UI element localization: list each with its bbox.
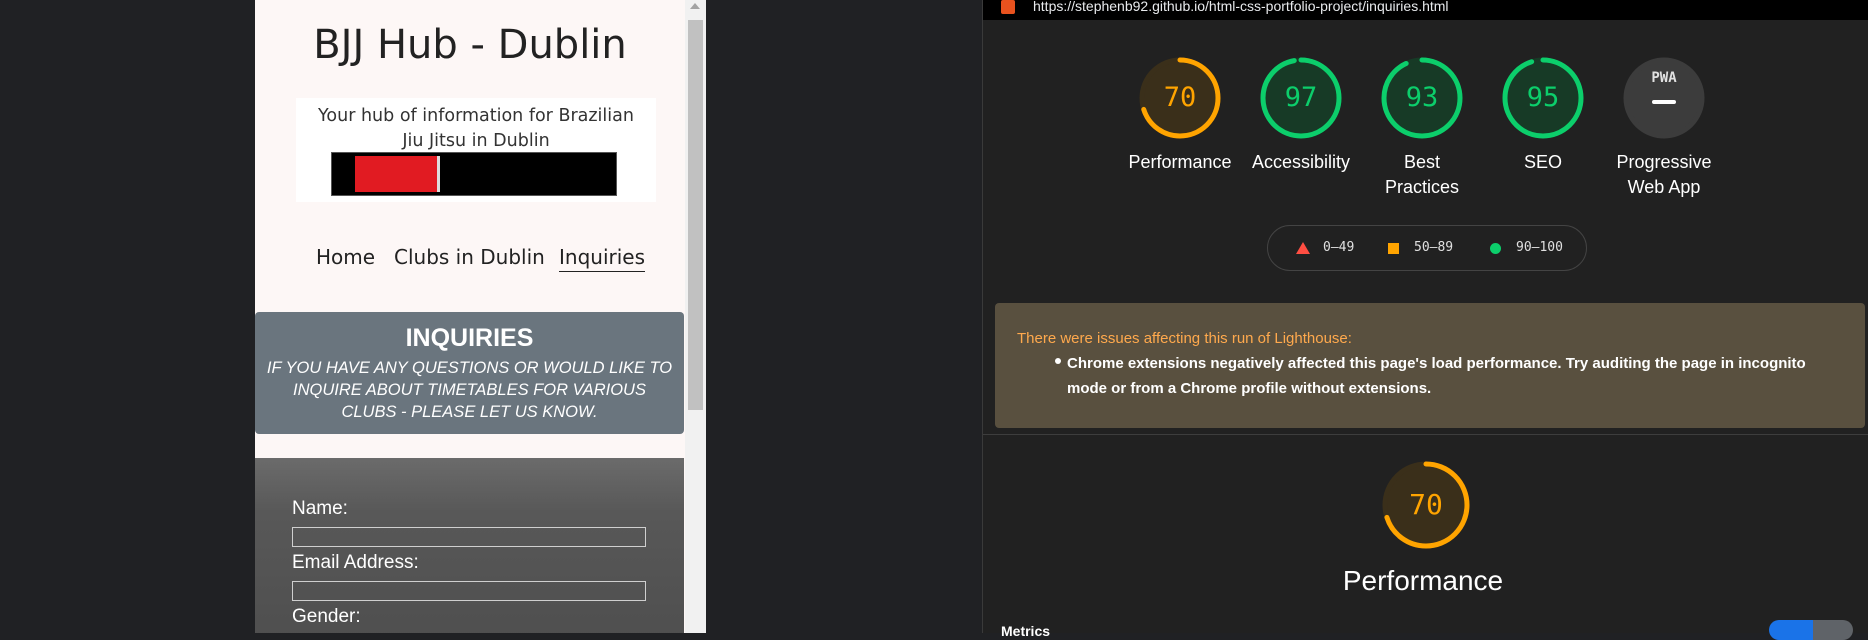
inquiry-form: Name: Email Address: Gender: [255, 458, 684, 633]
performance-section-gauge[interactable]: 70 [1381, 460, 1471, 550]
score-label-0: Performance [1128, 152, 1232, 172]
circle-icon [1490, 243, 1501, 254]
nav-inquiries[interactable]: Inquiries [559, 245, 646, 272]
triangle-icon [1296, 242, 1310, 254]
score-label-2: Best Practices [1384, 152, 1460, 197]
logo: Your hub of information for Brazilian Ji… [296, 98, 656, 202]
metrics-label: Metrics [1001, 623, 1051, 639]
score-gauge-4[interactable]: PWA [1622, 56, 1706, 140]
email-input[interactable] [292, 581, 646, 601]
tagline: Your hub of information for Brazilian Ji… [318, 106, 634, 151]
score-value-4: PWA [1651, 70, 1677, 86]
view-toggle-button[interactable] [1769, 620, 1815, 640]
warning-title: There were issues affecting this run of … [1017, 330, 1352, 347]
warning-box: There were issues affecting this run of … [995, 303, 1865, 428]
score-gauge-2[interactable]: 93 [1380, 56, 1464, 140]
scrollbar-thumb[interactable] [688, 20, 703, 410]
gender-label: Gender: [292, 606, 361, 627]
score-gauge-0[interactable]: 70 [1138, 56, 1222, 140]
score-value-2: 93 [1405, 82, 1439, 113]
warning-item: Chrome extensions negatively affected th… [1067, 355, 1806, 397]
nav-clubs-in-dublin[interactable]: Clubs in Dublin [394, 245, 545, 269]
score-value-1: 97 [1284, 82, 1318, 113]
performance-section-score: 70 [1409, 488, 1443, 521]
banner-title: INQUIRIES [405, 324, 534, 352]
site-title: BJJ Hub - Dublin [313, 22, 627, 68]
score-value-3: 95 [1526, 82, 1560, 113]
email-label: Email Address: [292, 552, 419, 573]
inquiries-banner: INQUIRIES IF YOU HAVE ANY QUESTIONS OR W… [255, 312, 684, 434]
score-value-0: 70 [1163, 82, 1197, 113]
site-preview: BJJ Hub - Dublin Your hub of information… [255, 0, 685, 633]
nav-home[interactable]: Home [316, 245, 375, 269]
legend-pass: 90–100 [1516, 240, 1563, 255]
belt-red-bar [355, 156, 437, 192]
view-toggle-button-alt[interactable] [1813, 620, 1853, 640]
lighthouse-report: https://stephenb92.github.io/html-css-po… [982, 0, 1868, 640]
score-label-4: Progressive Web App [1616, 152, 1712, 197]
name-label: Name: [292, 498, 348, 519]
score-label-1: Accessibility [1251, 152, 1351, 172]
performance-section-title: Performance [1342, 565, 1504, 596]
site-scrollbar[interactable] [685, 0, 706, 633]
legend-average: 50–89 [1414, 240, 1454, 255]
score-label-3: SEO [1523, 152, 1562, 172]
belt-image [331, 152, 617, 196]
score-legend: 0–49 50–89 90–100 [1267, 225, 1587, 271]
scroll-up-arrow-icon[interactable] [690, 3, 700, 9]
banner-subtitle: IF YOU HAVE ANY QUESTIONS OR WOULD LIKE … [266, 359, 673, 421]
url-bar: https://stephenb92.github.io/html-css-po… [983, 0, 1868, 20]
divider [983, 434, 1868, 435]
lighthouse-icon [1001, 0, 1015, 14]
legend-fail: 0–49 [1323, 240, 1355, 255]
belt-white-stripe [437, 156, 440, 192]
report-url[interactable]: https://stephenb92.github.io/html-css-po… [1033, 0, 1449, 14]
score-gauge-1[interactable]: 97 [1259, 56, 1343, 140]
bullet-icon [1055, 358, 1061, 364]
square-icon [1388, 243, 1399, 254]
score-gauge-3[interactable]: 95 [1501, 56, 1585, 140]
name-input[interactable] [292, 527, 646, 547]
